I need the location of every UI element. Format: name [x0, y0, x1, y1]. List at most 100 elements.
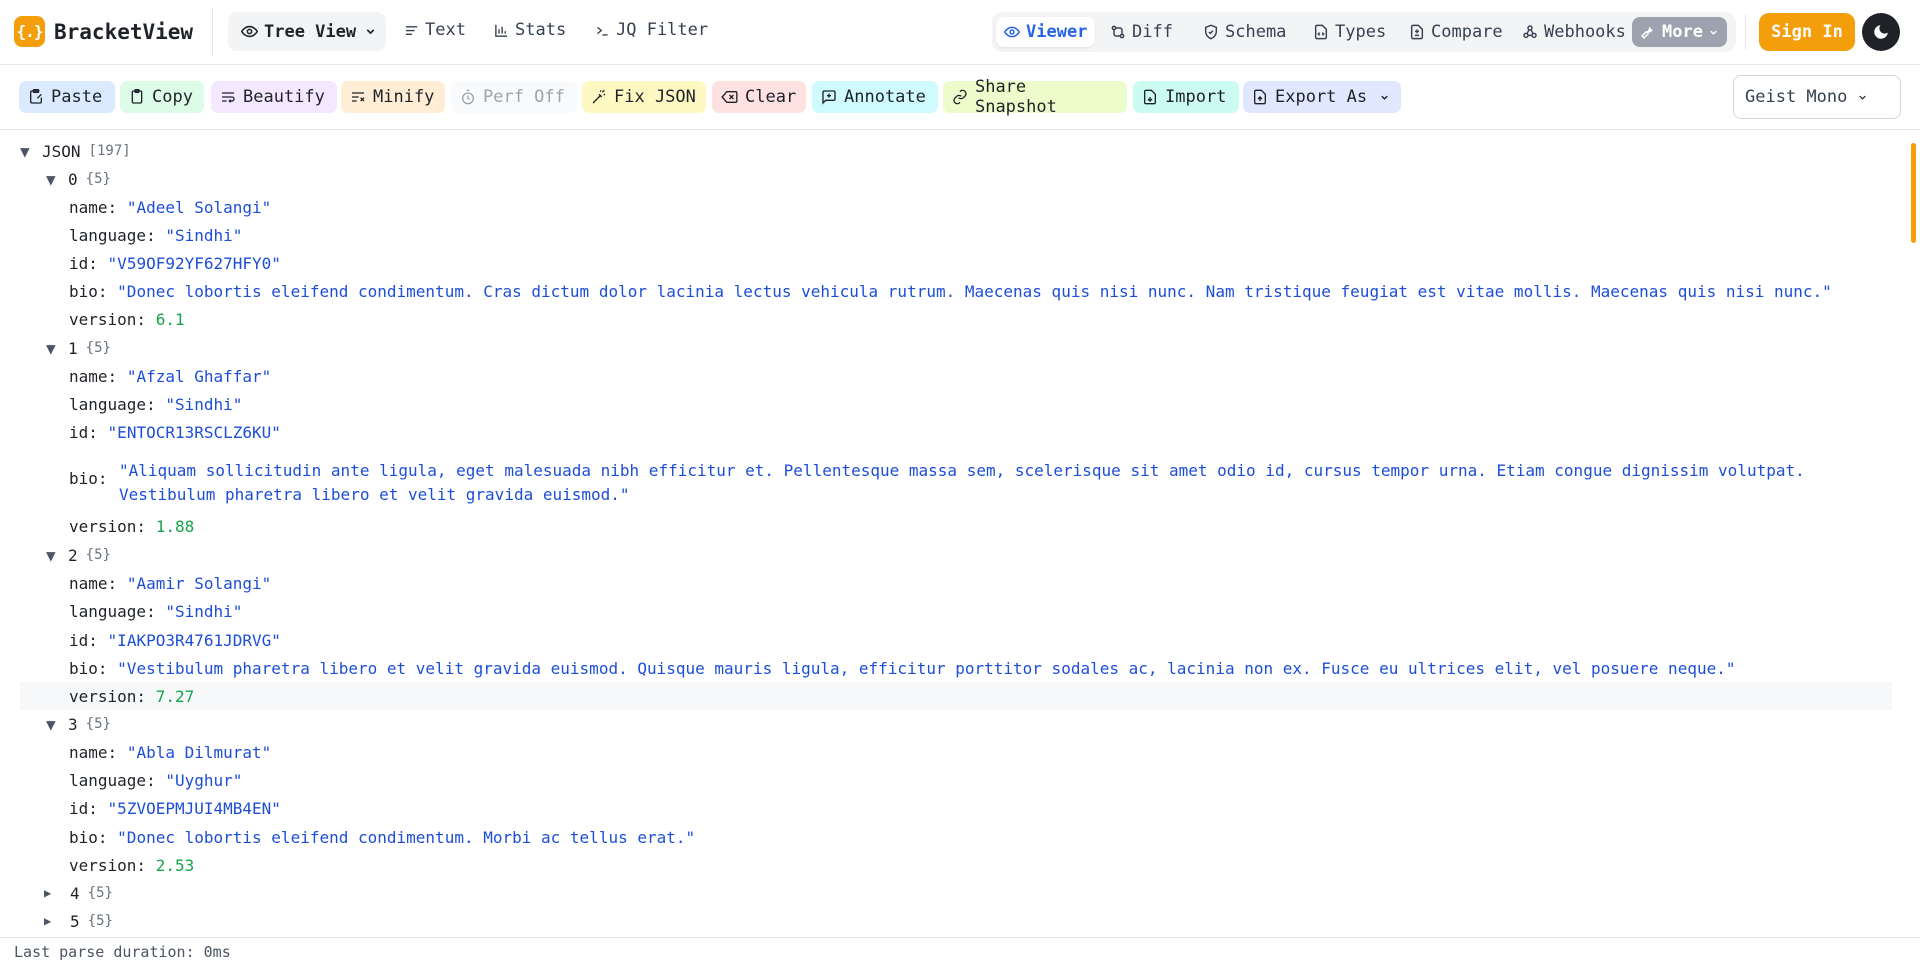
magic-wand-icon [592, 89, 606, 104]
nav-stats[interactable]: Stats [494, 20, 566, 40]
tree-field-id[interactable]: id: "V59OF92YF627HFY0" [69, 249, 281, 277]
parse-duration-status: Last parse duration: 0ms [14, 943, 231, 961]
app-logo[interactable]: {.} BracketView [14, 16, 193, 47]
tree-field-bio[interactable]: bio: "Donec lobortis eleifend condimentu… [69, 823, 695, 851]
tree-field-name[interactable]: name: "Aamir Solangi" [69, 569, 271, 597]
collapse-triangle-icon[interactable]: ▼ [46, 170, 68, 189]
tree-node-3[interactable]: ▼ 3 {5} [46, 710, 111, 738]
mode-switcher: Viewer Diff Schema Types Compare Webhook… [992, 12, 1736, 52]
collapse-triangle-icon[interactable]: ▼ [46, 339, 68, 358]
tree-root-node[interactable]: ▼ JSON [197] [20, 137, 131, 165]
nav-jq-filter[interactable]: JQ Filter [595, 20, 708, 40]
root-count: [197] [88, 143, 131, 159]
node-index: 0 [68, 169, 78, 189]
tree-field-bio[interactable]: bio: "Aliquam sollicitudin ante ligula, … [69, 459, 1869, 511]
perf-toggle-button[interactable]: Perf Off [451, 81, 577, 113]
paste-label: Paste [51, 87, 103, 107]
tree-node-4[interactable]: ▶ 4 {5} [44, 879, 113, 907]
file-code-icon [1314, 24, 1328, 40]
scrollbar-thumb[interactable] [1911, 143, 1916, 243]
annotate-label: Annotate [844, 87, 926, 107]
tree-field-bio[interactable]: bio: "Vestibulum pharetra libero et veli… [69, 654, 1735, 682]
field-key: version: [69, 686, 147, 706]
font-select[interactable]: Geist Mono [1733, 75, 1901, 119]
tree-node-1[interactable]: ▼ 1 {5} [46, 334, 111, 362]
font-select-value: Geist Mono [1745, 87, 1848, 107]
theme-toggle-button[interactable] [1862, 13, 1900, 51]
import-button[interactable]: Import [1133, 81, 1239, 113]
clipboard-paste-icon [30, 89, 42, 104]
nav-text[interactable]: Text [404, 20, 466, 40]
paste-button[interactable]: Paste [19, 81, 115, 113]
tree-field-language[interactable]: language: "Sindhi" [69, 390, 242, 418]
beautify-button[interactable]: Beautify [211, 81, 337, 113]
field-key: id: [69, 422, 98, 442]
tree-node-2[interactable]: ▼ 2 {5} [46, 541, 111, 569]
text-lines-icon [405, 25, 418, 35]
field-key: id: [69, 253, 98, 273]
collapse-triangle-icon[interactable]: ▼ [46, 715, 68, 734]
message-plus-icon [822, 90, 836, 105]
tree-field-version[interactable]: version: 7.27 [20, 682, 1892, 710]
field-key: version: [69, 516, 147, 536]
view-mode-select[interactable]: Tree View [228, 12, 386, 51]
app-header: {.} BracketView Tree View Text Stats JQ … [0, 0, 1920, 65]
tree-node-0[interactable]: ▼ 0 {5} [46, 165, 111, 193]
field-value: "Aamir Solangi" [126, 573, 272, 593]
annotate-button[interactable]: Annotate [812, 81, 938, 113]
mode-webhooks[interactable]: Webhooks [1514, 17, 1634, 47]
field-key: bio: [69, 469, 108, 488]
collapse-triangle-icon[interactable]: ▼ [20, 142, 42, 161]
node-count: {5} [87, 885, 113, 901]
tree-scrollbar[interactable] [1908, 131, 1918, 937]
sign-in-button[interactable]: Sign In [1759, 13, 1855, 51]
mode-viewer[interactable]: Viewer [996, 17, 1096, 47]
tree-field-version[interactable]: version: 1.88 [69, 512, 194, 540]
clear-button[interactable]: Clear [712, 81, 806, 113]
eye-icon [241, 25, 258, 38]
tree-field-language[interactable]: language: "Uyghur" [69, 766, 242, 794]
tree-field-name[interactable]: name: "Afzal Ghaffar" [69, 362, 271, 390]
field-value: 7.27 [155, 686, 195, 706]
tree-field-name[interactable]: name: "Abla Dilmurat" [69, 738, 271, 766]
mode-types-label: Types [1335, 22, 1387, 42]
nav-jq-filter-label: JQ Filter [616, 20, 709, 40]
copy-button[interactable]: Copy [120, 81, 204, 113]
field-value: "ENTOCR13RSCLZ6KU" [107, 422, 281, 442]
minify-button[interactable]: Minify [341, 81, 445, 113]
expand-triangle-icon[interactable]: ▶ [44, 914, 66, 928]
node-index: 1 [68, 338, 78, 358]
tree-field-version[interactable]: version: 2.53 [69, 851, 194, 879]
tree-field-language[interactable]: language: "Sindhi" [69, 221, 242, 249]
tree-field-language[interactable]: language: "Sindhi" [69, 597, 242, 625]
field-value: "V59OF92YF627HFY0" [107, 253, 281, 273]
mode-compare[interactable]: Compare [1401, 17, 1511, 47]
expand-triangle-icon[interactable]: ▶ [44, 886, 66, 900]
timer-icon [462, 89, 474, 105]
import-label: Import [1165, 87, 1227, 107]
tree-field-name[interactable]: name: "Adeel Solangi" [69, 193, 271, 221]
tree-field-id[interactable]: id: "ENTOCR13RSCLZ6KU" [69, 418, 281, 446]
mode-types[interactable]: Types [1305, 17, 1394, 47]
share-snapshot-button[interactable]: Share Snapshot [943, 77, 1127, 117]
node-index: 4 [70, 883, 80, 903]
tree-field-id[interactable]: id: "IAKPO3R4761JDRVG" [69, 626, 281, 654]
nav-stats-label: Stats [515, 20, 567, 40]
fix-json-button[interactable]: Fix JSON [582, 81, 706, 113]
mode-schema-label: Schema [1225, 22, 1287, 42]
field-value: 1.88 [155, 516, 195, 536]
export-as-button[interactable]: Export As [1243, 81, 1401, 113]
mode-schema[interactable]: Schema [1195, 17, 1294, 47]
mode-more-button[interactable]: More [1632, 17, 1727, 47]
collapse-triangle-icon[interactable]: ▼ [46, 546, 68, 565]
tree-node-5[interactable]: ▶ 5 {5} [44, 907, 113, 935]
share-snapshot-label: Share Snapshot [974, 77, 1057, 117]
tree-field-bio[interactable]: bio: "Donec lobortis eleifend condimentu… [69, 277, 1832, 305]
mode-diff[interactable]: Diff [1102, 17, 1181, 47]
field-key: id: [69, 630, 98, 650]
field-key: version: [69, 309, 147, 329]
tree-field-version[interactable]: version: 6.1 [69, 305, 185, 333]
tree-field-id[interactable]: id: "5ZVOEPMJUI4MB4EN" [69, 794, 281, 822]
view-mode-label: Tree View [264, 21, 357, 42]
file-export-icon [1254, 89, 1266, 105]
